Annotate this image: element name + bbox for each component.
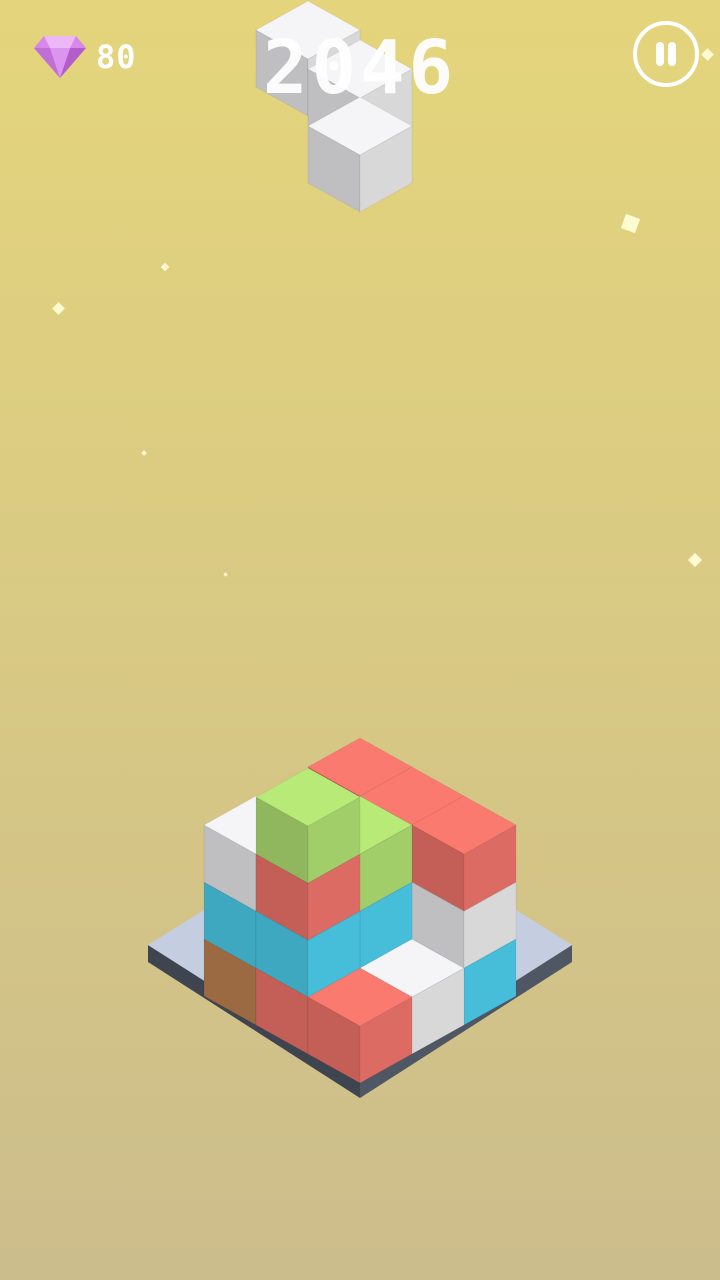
game-scene — [148, 0, 572, 1098]
score: 2046 — [262, 25, 458, 111]
pause-button[interactable] — [633, 21, 699, 87]
